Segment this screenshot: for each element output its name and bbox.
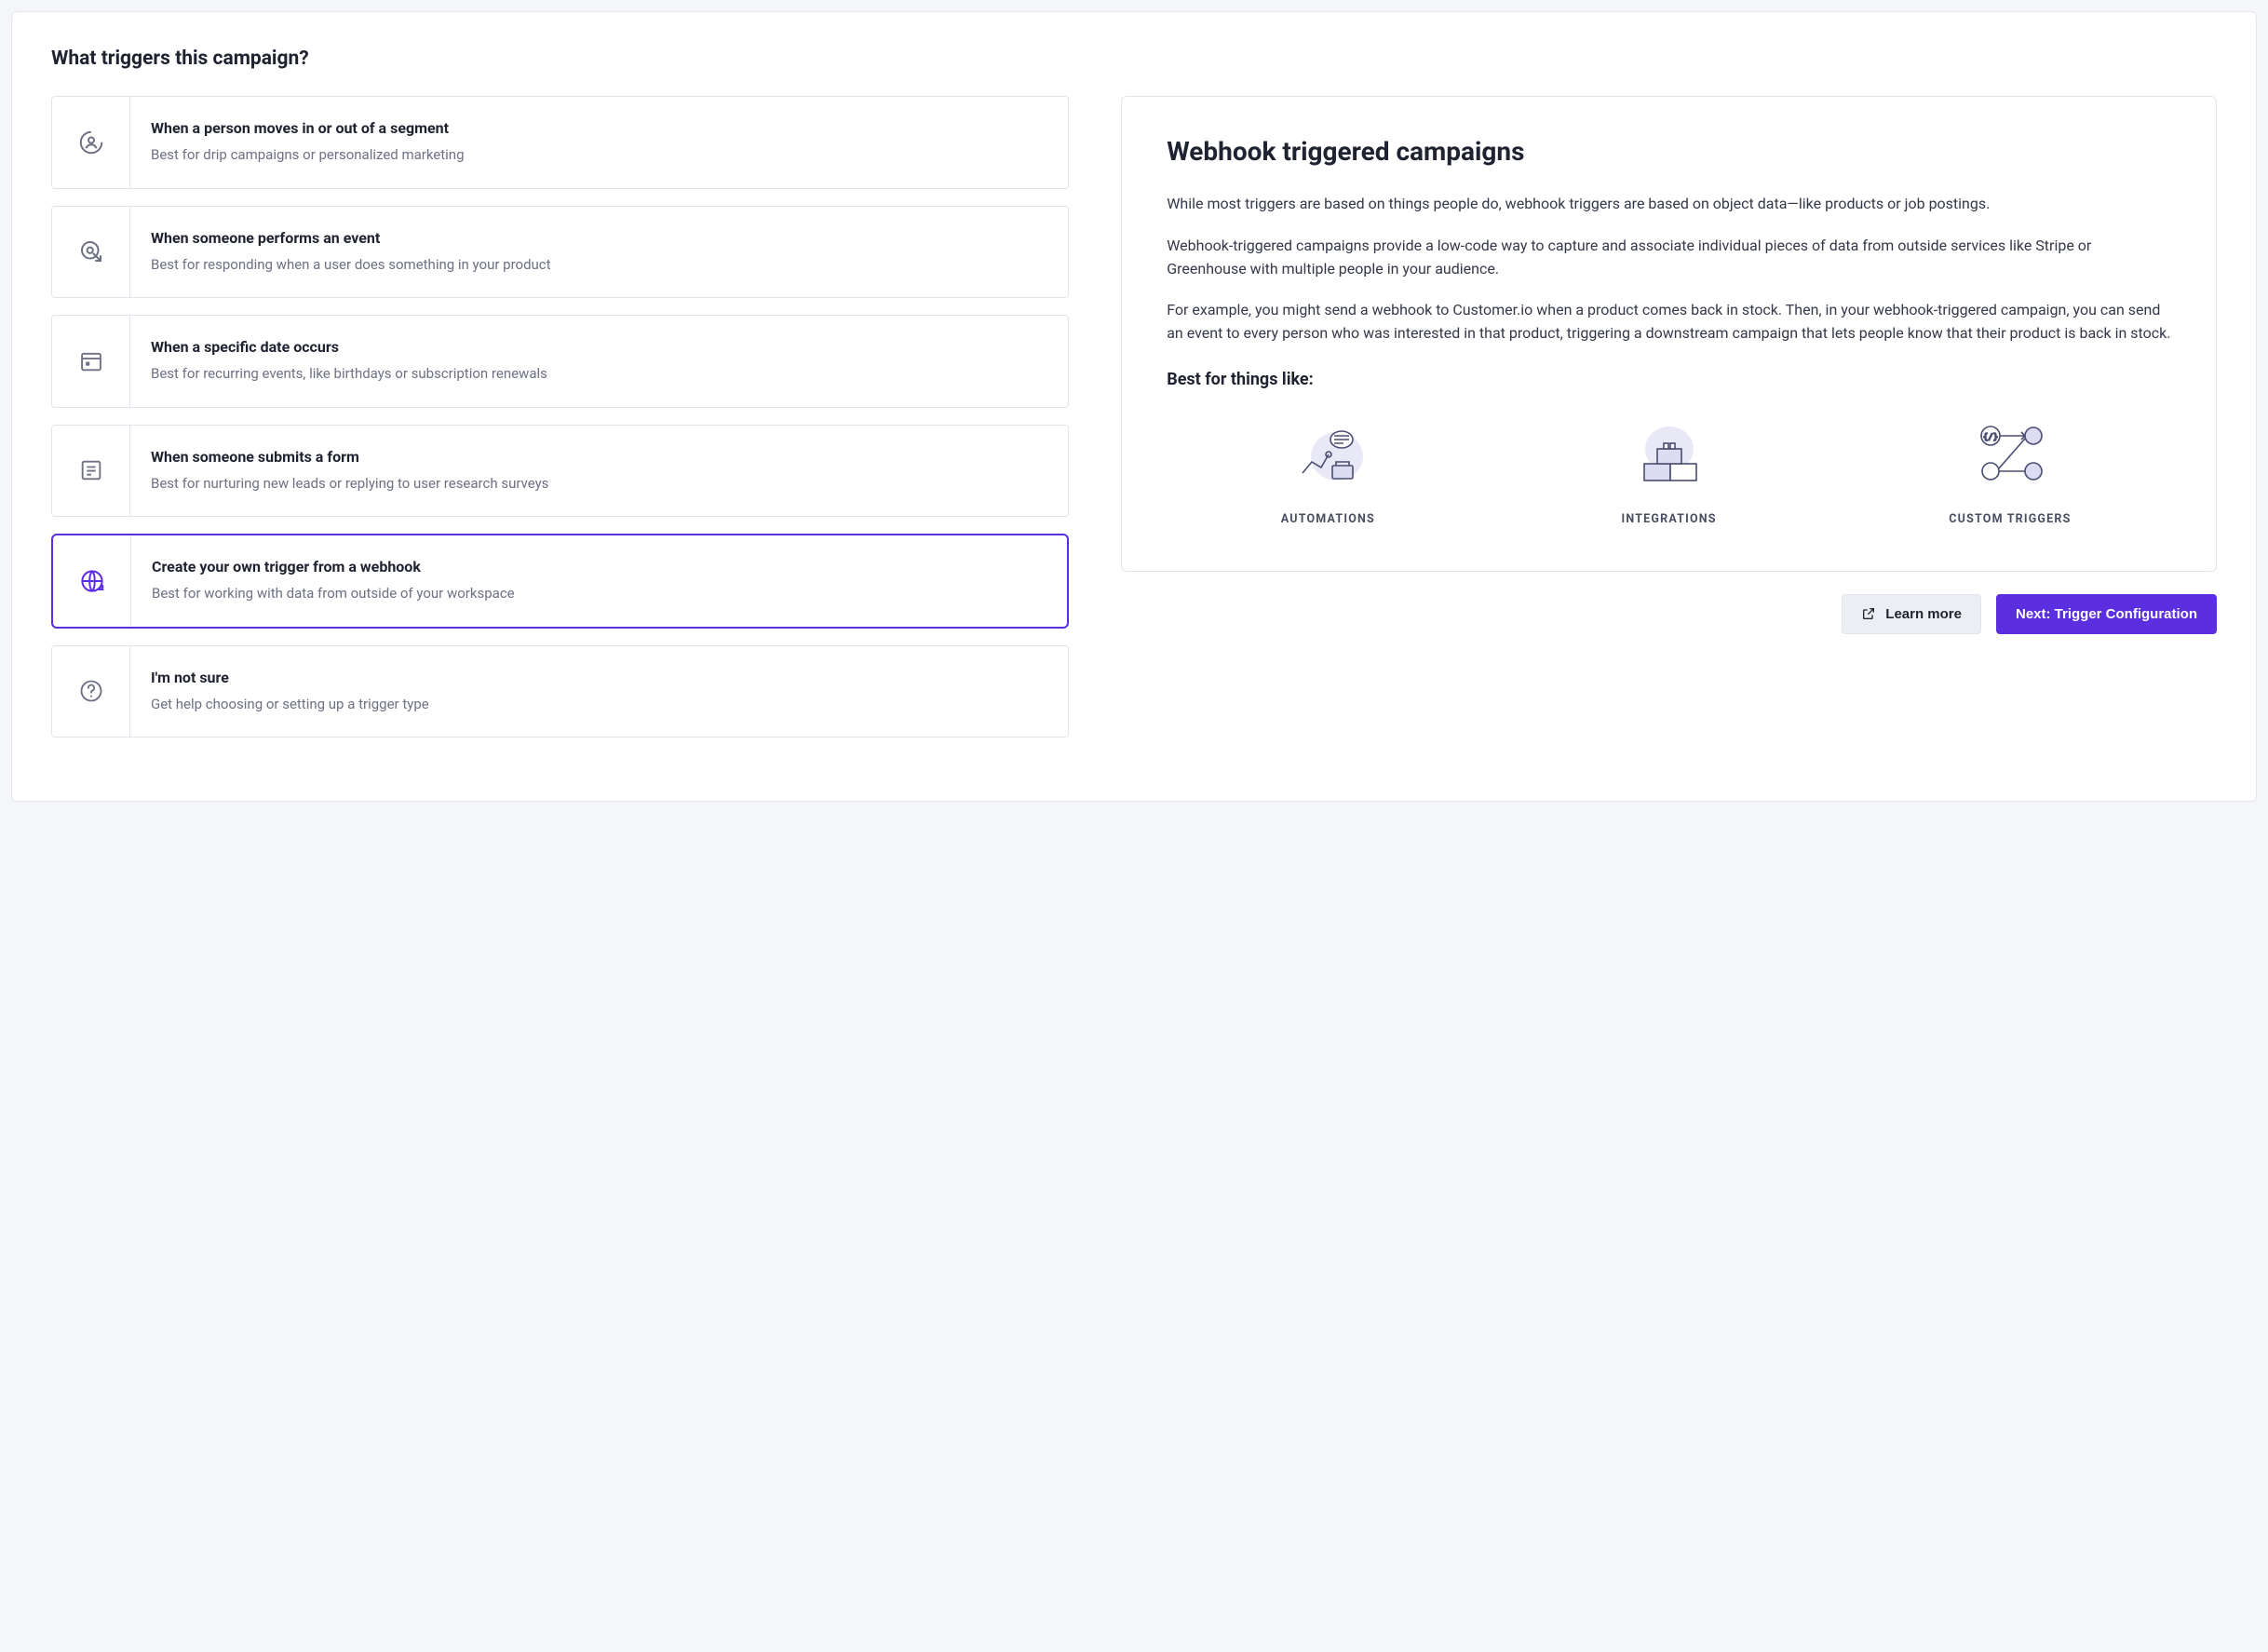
trigger-desc: Best for recurring events, like birthday… — [151, 363, 1047, 385]
page-title: What triggers this campaign? — [51, 47, 2217, 70]
best-for-label: AUTOMATIONS — [1281, 512, 1375, 526]
question-icon — [52, 646, 130, 738]
form-icon — [52, 426, 130, 517]
trigger-list: When a person moves in or out of a segme… — [51, 96, 1069, 754]
trigger-body: When a person moves in or out of a segme… — [130, 97, 1068, 188]
detail-paragraph: Webhook-triggered campaigns provide a lo… — [1167, 235, 2171, 281]
trigger-detail-panel: Webhook triggered campaigns While most t… — [1121, 96, 2217, 572]
event-target-icon — [52, 207, 130, 298]
learn-more-button[interactable]: Learn more — [1842, 594, 1981, 634]
page-card: What triggers this campaign? When a pers… — [11, 11, 2257, 802]
columns: When a person moves in or out of a segme… — [51, 96, 2217, 754]
svg-text:{/}: {/} — [1983, 433, 1998, 442]
learn-more-label: Learn more — [1885, 606, 1962, 622]
trigger-desc: Best for nurturing new leads or replying… — [151, 473, 1047, 494]
action-row: Learn more Next: Trigger Configuration — [1121, 594, 2217, 634]
trigger-title: When someone performs an event — [151, 229, 1047, 247]
trigger-title: When someone submits a form — [151, 448, 1047, 466]
best-for-integrations: INTEGRATIONS — [1507, 417, 1829, 526]
calendar-icon — [52, 316, 130, 407]
trigger-title: When a person moves in or out of a segme… — [151, 119, 1047, 137]
trigger-title: When a specific date occurs — [151, 338, 1047, 356]
best-for-custom-triggers: {/} CUSTOM — [1849, 417, 2171, 526]
trigger-option-segment[interactable]: When a person moves in or out of a segme… — [51, 96, 1069, 189]
detail-title: Webhook triggered campaigns — [1167, 136, 2171, 167]
webhook-globe-icon — [53, 535, 131, 627]
best-for-row: AUTOMATIONS — [1167, 417, 2171, 526]
trigger-desc: Best for responding when a user does som… — [151, 254, 1047, 276]
trigger-option-webhook[interactable]: Create your own trigger from a webhook B… — [51, 534, 1069, 629]
integrations-illustration-icon — [1627, 417, 1711, 492]
next-label: Next: Trigger Configuration — [2016, 606, 2197, 622]
detail-paragraph: For example, you might send a webhook to… — [1167, 299, 2171, 345]
trigger-option-form[interactable]: When someone submits a form Best for nur… — [51, 425, 1069, 518]
best-for-title: Best for things like: — [1167, 370, 2171, 389]
trigger-body: I'm not sure Get help choosing or settin… — [130, 646, 1068, 738]
trigger-desc: Best for drip campaigns or personalized … — [151, 144, 1047, 166]
trigger-option-not-sure[interactable]: I'm not sure Get help choosing or settin… — [51, 645, 1069, 738]
automations-illustration-icon — [1286, 417, 1370, 492]
best-for-label: INTEGRATIONS — [1622, 512, 1717, 526]
right-column: Webhook triggered campaigns While most t… — [1121, 96, 2217, 634]
trigger-desc: Best for working with data from outside … — [152, 583, 1046, 604]
trigger-option-event[interactable]: When someone performs an event Best for … — [51, 206, 1069, 299]
external-link-icon — [1861, 606, 1876, 621]
person-segment-icon — [52, 97, 130, 188]
trigger-title: I'm not sure — [151, 669, 1047, 686]
next-trigger-config-button[interactable]: Next: Trigger Configuration — [1996, 594, 2217, 634]
trigger-desc: Get help choosing or setting up a trigge… — [151, 694, 1047, 715]
detail-body: While most triggers are based on things … — [1167, 193, 2171, 345]
trigger-body: When someone performs an event Best for … — [130, 207, 1068, 298]
custom-triggers-illustration-icon: {/} — [1968, 417, 2052, 492]
trigger-body: When a specific date occurs Best for rec… — [130, 316, 1068, 407]
trigger-title: Create your own trigger from a webhook — [152, 558, 1046, 575]
trigger-body: When someone submits a form Best for nur… — [130, 426, 1068, 517]
trigger-body: Create your own trigger from a webhook B… — [131, 535, 1067, 627]
best-for-automations: AUTOMATIONS — [1167, 417, 1489, 526]
detail-paragraph: While most triggers are based on things … — [1167, 193, 2171, 216]
best-for-label: CUSTOM TRIGGERS — [1949, 512, 2071, 526]
trigger-option-date[interactable]: When a specific date occurs Best for rec… — [51, 315, 1069, 408]
